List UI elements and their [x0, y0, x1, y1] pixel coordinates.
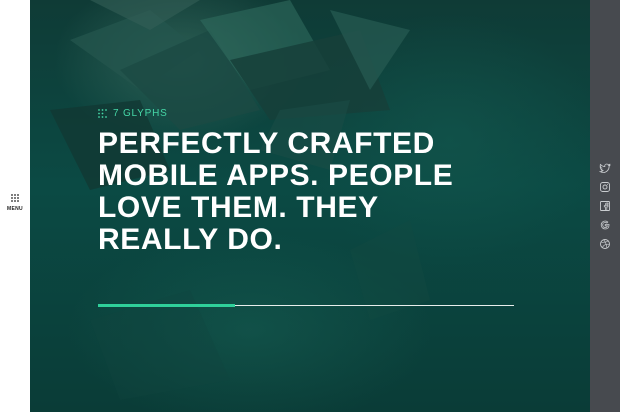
- dribbble-icon: [600, 239, 610, 249]
- menu-button[interactable]: MENU: [0, 194, 30, 220]
- brand-name: 7 GLYPHS: [113, 108, 168, 119]
- google-icon: [600, 220, 610, 230]
- facebook-link[interactable]: [598, 199, 612, 213]
- brand-logo[interactable]: 7 GLYPHS: [98, 108, 168, 119]
- instagram-icon: [600, 182, 610, 192]
- left-nav-rail: MENU: [0, 0, 30, 412]
- menu-label: MENU: [7, 206, 23, 212]
- glyph-dots-icon: [98, 109, 107, 118]
- social-links: [590, 161, 620, 256]
- hero-headline: PERFECTLY CRAFTED MOBILE APPS. PEOPLE LO…: [98, 127, 454, 256]
- twitter-icon: [599, 163, 611, 173]
- dribbble-link[interactable]: [598, 237, 612, 251]
- instagram-link[interactable]: [598, 180, 612, 194]
- menu-dots-icon: [11, 194, 19, 202]
- progress-fill: [98, 304, 235, 307]
- social-rail: [590, 0, 620, 412]
- google-link[interactable]: [598, 218, 612, 232]
- hero-section: 7 GLYPHS PERFECTLY CRAFTED MOBILE APPS. …: [30, 0, 590, 412]
- twitter-link[interactable]: [598, 161, 612, 175]
- facebook-icon: [600, 201, 610, 211]
